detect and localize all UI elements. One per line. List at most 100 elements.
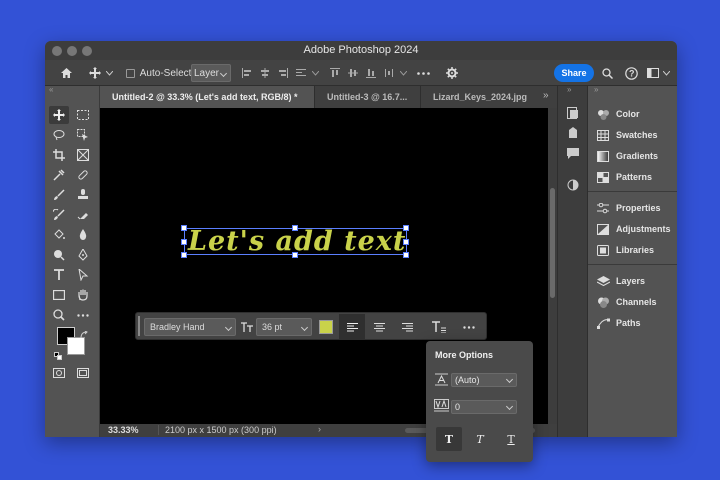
auto-select-dropdown[interactable]: Layer	[191, 64, 231, 82]
align-top-edges-icon[interactable]	[329, 64, 341, 82]
tools-panel: «	[45, 85, 100, 437]
rectangle-tool-icon[interactable]	[49, 286, 69, 304]
underline-button[interactable]: T	[498, 427, 524, 451]
transform-handle[interactable]	[403, 239, 409, 245]
panel-patterns[interactable]: Patterns	[596, 170, 652, 184]
align-bottom-edges-icon[interactable]	[365, 64, 377, 82]
panel-libraries[interactable]: Libraries	[596, 243, 654, 257]
panel-swatches[interactable]: Swatches	[596, 128, 658, 142]
faux-bold-button[interactable]: T	[436, 427, 462, 451]
quick-mask-icon[interactable]	[49, 364, 69, 382]
brush-tool-icon[interactable]	[49, 186, 69, 204]
type-tool-icon[interactable]	[49, 266, 69, 284]
more-icon[interactable]	[415, 64, 431, 82]
panel-label: Patterns	[616, 172, 653, 182]
panel-layers[interactable]: Layers	[596, 274, 645, 288]
tab-untitled-3[interactable]: Untitled-3 @ 16.7...	[314, 86, 420, 108]
panel-properties[interactable]: Properties	[596, 201, 661, 215]
panel-adjustments[interactable]: Adjustments	[596, 222, 671, 236]
chevron-down-icon[interactable]	[311, 64, 319, 82]
zoom-tool-icon[interactable]	[49, 306, 69, 324]
align-right-text-button[interactable]	[396, 318, 418, 336]
panel-gradients[interactable]: Gradients	[596, 149, 658, 163]
transform-handle[interactable]	[181, 239, 187, 245]
drag-handle[interactable]	[138, 316, 140, 336]
screen-mode-icon[interactable]	[73, 364, 93, 382]
blur-tool-icon[interactable]	[73, 226, 93, 244]
tab-untitled-2[interactable]: Untitled-2 @ 33.3% (Let's add text, RGB/…	[100, 86, 314, 108]
tracking-dropdown[interactable]: 0	[451, 400, 517, 414]
align-left-edges-icon[interactable]	[241, 64, 253, 82]
vertical-scrollbar[interactable]	[548, 108, 557, 424]
panel-color[interactable]: Color	[596, 107, 640, 121]
lasso-tool-icon[interactable]	[49, 126, 69, 144]
healing-brush-tool-icon[interactable]	[73, 166, 93, 184]
panel-channels[interactable]: Channels	[596, 295, 657, 309]
align-horizontal-centers-icon[interactable]	[259, 64, 271, 82]
share-button[interactable]: Share	[554, 64, 594, 82]
chevron-right-icon[interactable]: ›	[318, 424, 321, 434]
contextual-task-bar: Bradley Hand 36 pt	[135, 312, 487, 340]
collapse-panel-icon[interactable]: «	[49, 85, 53, 94]
align-left-icon[interactable]	[295, 64, 307, 82]
adjustment-presets-icon[interactable]	[563, 176, 583, 194]
chevron-down-icon[interactable]	[399, 64, 407, 82]
workspace-icon[interactable]	[646, 64, 660, 82]
font-family-dropdown[interactable]: Bradley Hand	[144, 318, 236, 336]
path-selection-tool-icon[interactable]	[73, 266, 93, 284]
history-brush-tool-icon[interactable]	[49, 206, 69, 224]
transform-handle[interactable]	[403, 252, 409, 258]
leading-dropdown[interactable]: (Auto)	[451, 373, 517, 387]
chevron-down-icon[interactable]	[662, 64, 670, 82]
expand-panels-icon[interactable]: »	[567, 85, 571, 94]
scroll-thumb[interactable]	[550, 188, 555, 298]
distribute-icon[interactable]	[383, 64, 395, 82]
eraser-tool-icon[interactable]	[73, 206, 93, 224]
transform-handle[interactable]	[292, 252, 298, 258]
clone-stamp-tool-icon[interactable]	[73, 186, 93, 204]
gear-icon[interactable]	[444, 64, 460, 82]
transform-handle[interactable]	[292, 225, 298, 231]
faux-italic-button[interactable]: T	[467, 427, 493, 451]
more-tools-icon[interactable]	[73, 306, 93, 324]
align-left-text-button[interactable]	[339, 314, 365, 340]
transform-handle[interactable]	[403, 225, 409, 231]
help-icon[interactable]: ?	[623, 64, 639, 82]
text-color-swatch[interactable]	[319, 320, 333, 334]
crop-tool-icon[interactable]	[49, 146, 69, 164]
transform-handle[interactable]	[181, 225, 187, 231]
actions-panel-icon[interactable]	[563, 124, 583, 142]
pattern-icon	[596, 171, 610, 183]
comments-panel-icon[interactable]	[563, 144, 583, 162]
default-colors-icon[interactable]	[54, 347, 62, 365]
panel-paths[interactable]: Paths	[596, 316, 641, 330]
move-tool-icon[interactable]	[87, 64, 103, 82]
tab-label: Untitled-2 @ 33.3% (Let's add text, RGB/…	[112, 92, 298, 102]
history-panel-icon[interactable]	[563, 104, 583, 122]
object-selection-tool-icon[interactable]	[73, 126, 93, 144]
chevron-down-icon[interactable]	[105, 64, 113, 82]
align-center-text-button[interactable]	[368, 318, 390, 336]
zoom-level[interactable]: 33.33%	[108, 425, 139, 435]
eyedropper-tool-icon[interactable]	[49, 166, 69, 184]
marquee-tool-icon[interactable]	[73, 106, 93, 124]
dodge-tool-icon[interactable]	[49, 246, 69, 264]
search-icon[interactable]	[600, 64, 614, 82]
swap-colors-icon[interactable]	[80, 326, 88, 344]
collapse-panels-icon[interactable]: »	[594, 85, 598, 94]
hand-tool-icon[interactable]	[73, 286, 93, 304]
frame-tool-icon[interactable]	[73, 146, 93, 164]
font-size-dropdown[interactable]: 36 pt	[256, 318, 312, 336]
home-icon[interactable]	[57, 64, 75, 82]
align-vertical-centers-icon[interactable]	[347, 64, 359, 82]
tab-lizard-keys[interactable]: Lizard_Keys_2024.jpg	[420, 86, 538, 108]
pen-tool-icon[interactable]	[73, 246, 93, 264]
text-options-icon[interactable]	[428, 318, 450, 336]
transform-handle[interactable]	[181, 252, 187, 258]
align-right-edges-icon[interactable]	[277, 64, 289, 82]
more-tabs-icon[interactable]: »	[543, 90, 549, 101]
paint-bucket-tool-icon[interactable]	[49, 226, 69, 244]
move-tool-icon[interactable]	[49, 106, 69, 124]
auto-select-checkbox[interactable]	[125, 64, 135, 82]
more-options-icon[interactable]	[460, 318, 478, 336]
